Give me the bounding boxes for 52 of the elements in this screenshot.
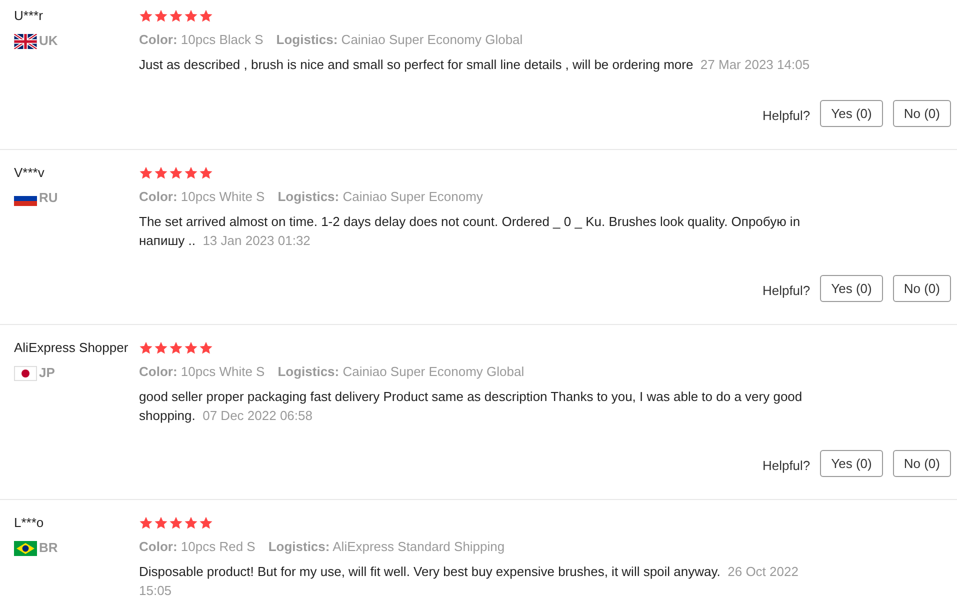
flag-icon [14, 34, 37, 48]
color-info: Color: 10pcs Red S [139, 538, 256, 556]
review-text: good seller proper packaging fast delivery Product same as description Thanks to you, I was able to do a very good shopping. 07 Dec 2022 06:58 [139, 388, 804, 425]
star-icon [184, 341, 198, 355]
star-icon [184, 166, 198, 180]
review-text: Just as described , brush is nice and small so perfect for small line details , will be ordering more 27 Mar 2023 14:05 [139, 56, 811, 74]
review-text: Disposable product! But for my use, will fit well. Very best buy expensive brushes, it will spoil anyway. 26 Oct 2022 15:05 [139, 563, 800, 600]
star-icon [184, 516, 198, 530]
country-code: BR [39, 540, 58, 556]
country-code: RU [39, 190, 58, 206]
star-icon [139, 341, 153, 355]
reviewer-name: U***r [14, 7, 44, 25]
no-button[interactable]: No (0) [892, 100, 951, 127]
star-icon [169, 9, 183, 23]
no-button[interactable]: No (0) [892, 275, 951, 302]
star-icon [139, 516, 153, 530]
color-info: Color: 10pcs Black S [139, 31, 264, 49]
country-code: UK [39, 33, 58, 49]
color-info: Color: 10pcs White S [139, 363, 265, 381]
star-icon [169, 516, 183, 530]
reviewer-name: AliExpress Shopper [14, 339, 130, 357]
yes-button[interactable]: Yes (0) [820, 100, 883, 127]
star-icon [199, 166, 213, 180]
star-icon [154, 166, 168, 180]
star-icon [199, 341, 213, 355]
helpful-label: Helpful? [762, 456, 810, 475]
star-icon [154, 9, 168, 23]
logistics-info: Logistics: Cainiao Super Economy [278, 188, 483, 206]
flag-icon [14, 540, 37, 556]
review-text: The set arrived almost on time. 1-2 days delay does not count. Ordered _ 0 _ Ku. Brushes look quality. Опробую in напишу .. 13 Jan 2023 01:32 [139, 213, 802, 250]
star-icon [199, 9, 213, 23]
star-icon [169, 341, 183, 355]
star-icon [154, 516, 168, 530]
yes-button[interactable]: Yes (0) [820, 275, 883, 302]
star-icon [139, 166, 153, 180]
logistics-info: Logistics: AliExpress Standard Shipping [268, 538, 505, 556]
reviewer-name: L***o [14, 514, 45, 532]
star-icon [154, 341, 168, 355]
color-info: Color: 10pcs White S [139, 188, 265, 206]
star-icon [184, 9, 198, 23]
star-icon [199, 516, 213, 530]
flag-icon [14, 366, 37, 380]
no-button[interactable]: No (0) [892, 450, 951, 477]
yes-button[interactable]: Yes (0) [820, 450, 883, 477]
helpful-label: Helpful? [762, 282, 810, 300]
star-icon [169, 166, 183, 180]
helpful-label: Helpful? [762, 106, 810, 125]
logistics-info: Logistics: Cainiao Super Economy Global [278, 363, 524, 381]
logistics-info: Logistics: Cainiao Super Economy Global [276, 31, 523, 49]
country-code: JP [39, 365, 55, 381]
reviewer-name: V***v [14, 164, 46, 182]
star-icon [139, 9, 153, 23]
